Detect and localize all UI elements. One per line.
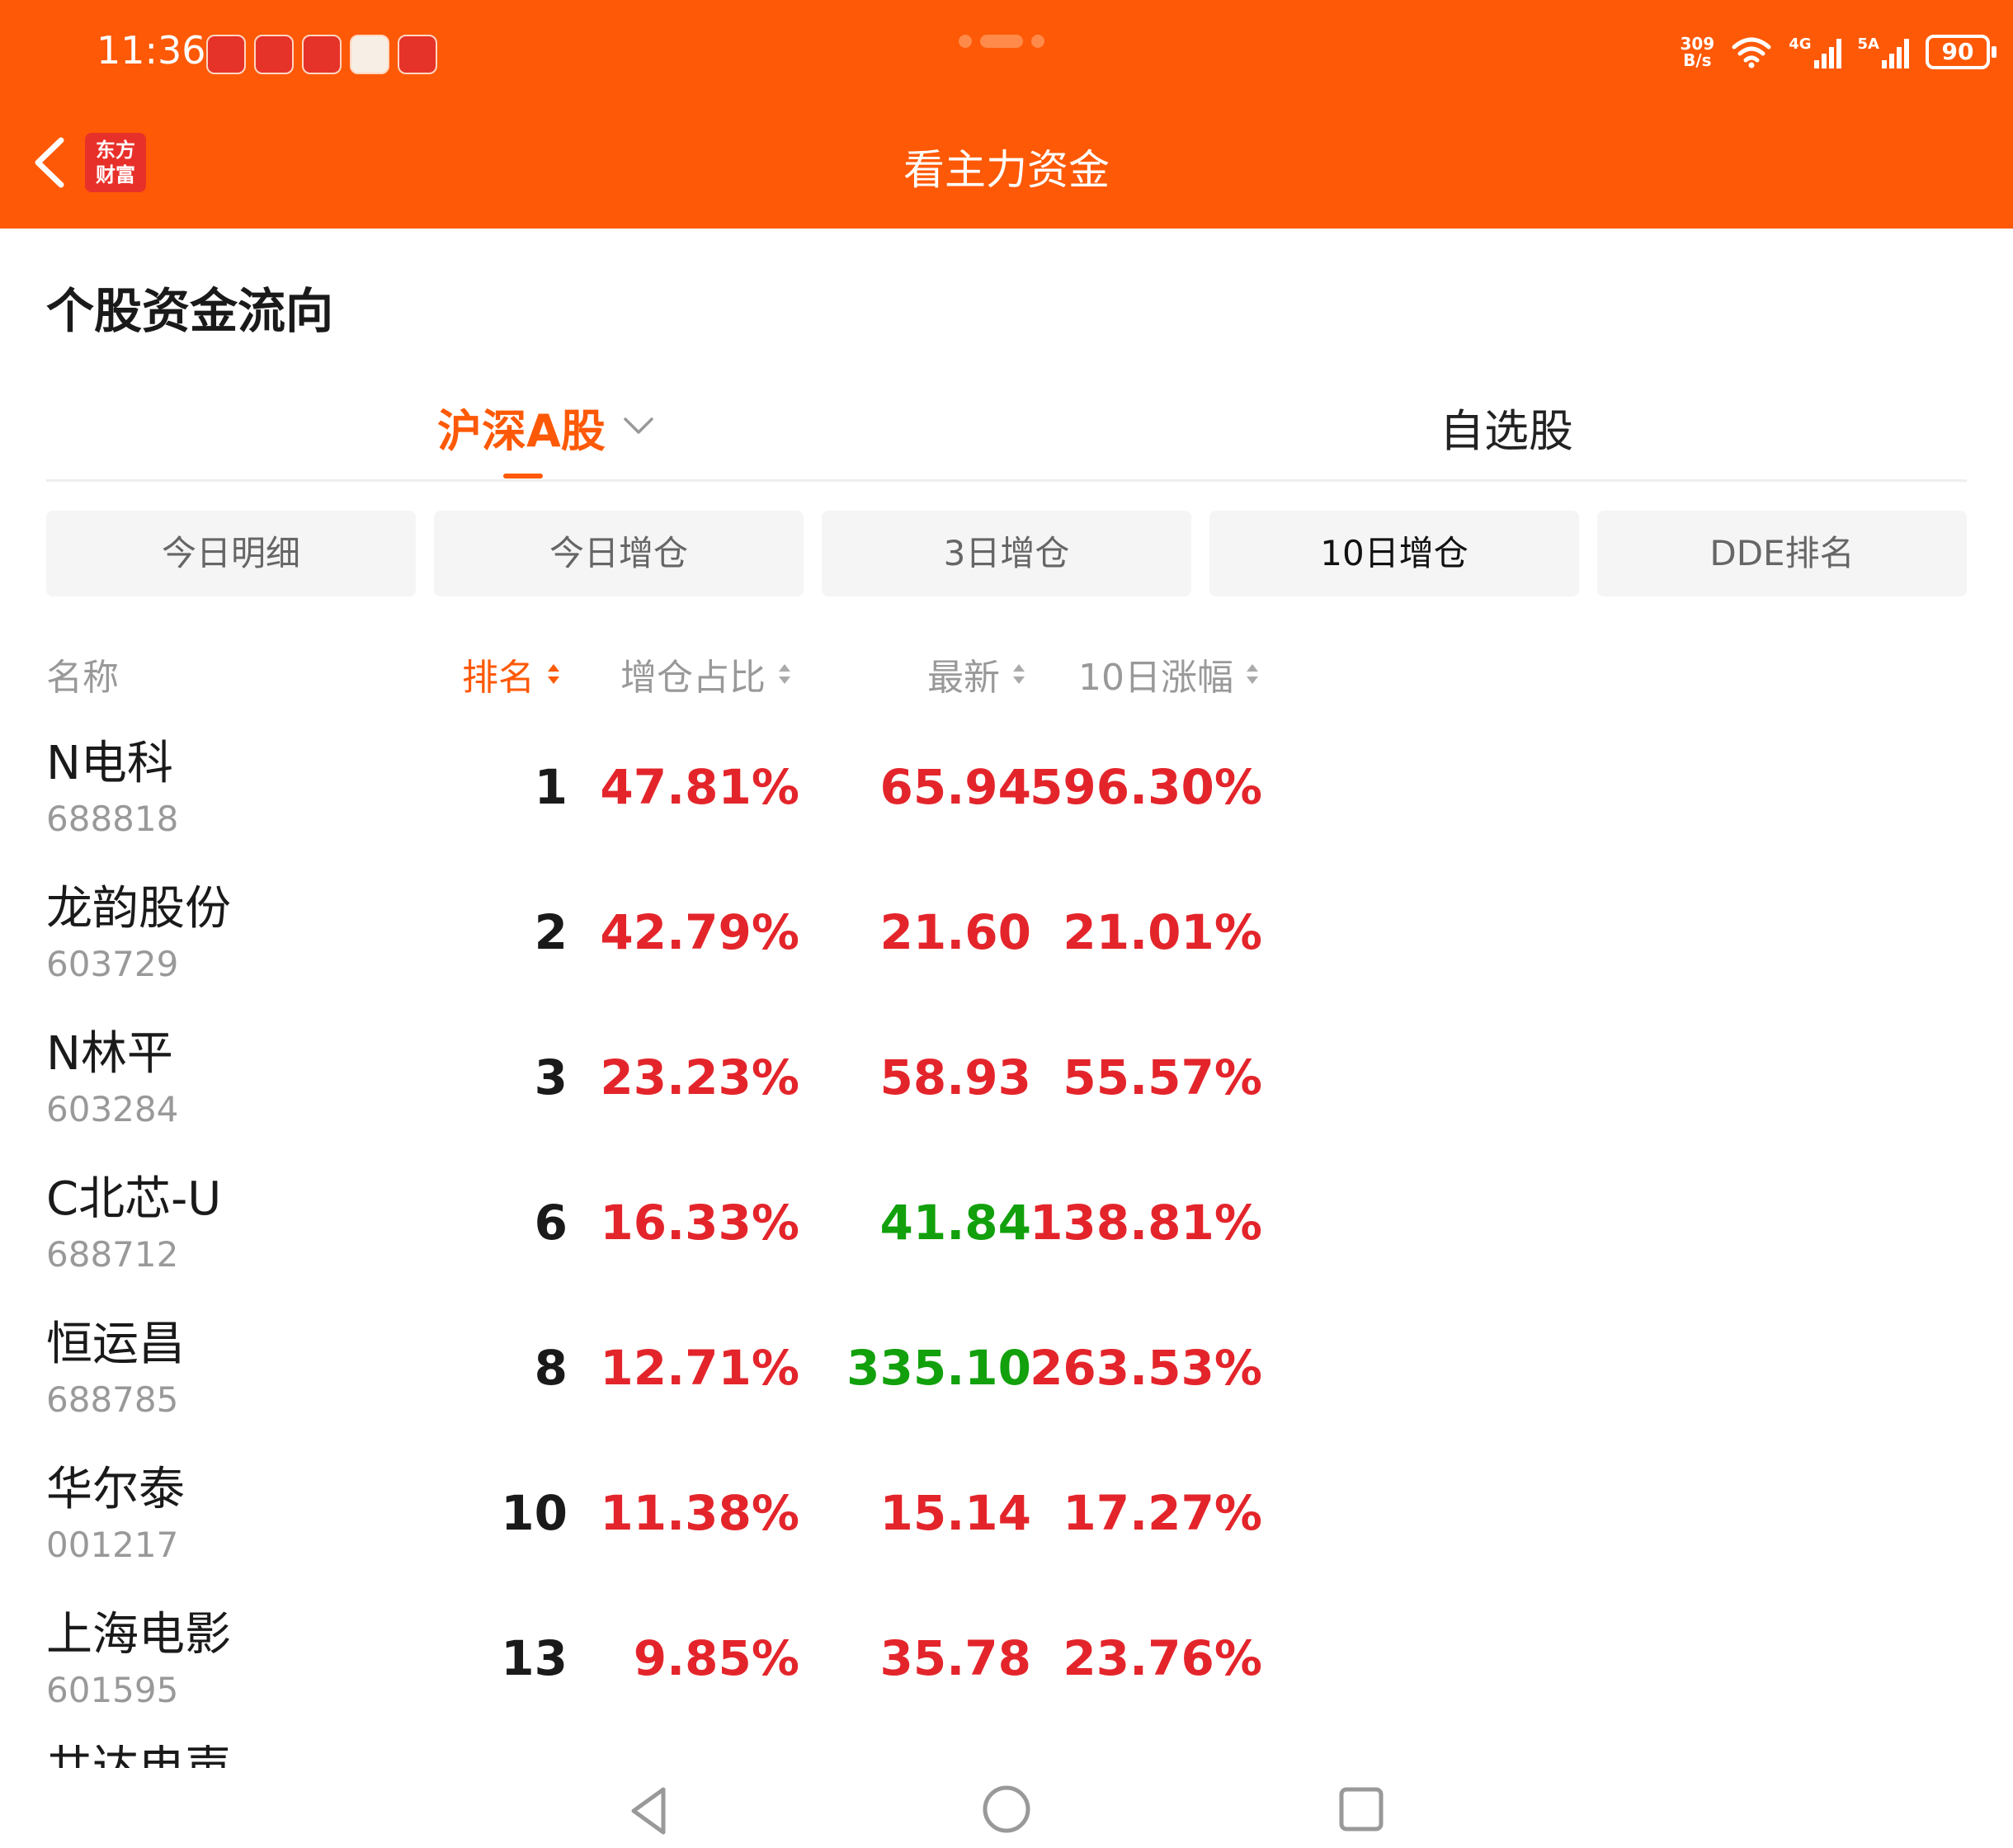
table-row[interactable]: N林平 603284 3 23.23% 58.93 55.57%: [0, 1016, 2013, 1162]
nav-back-icon[interactable]: [625, 1784, 672, 1837]
stock-price: 58.93: [879, 1049, 1031, 1106]
battery-indicator: 90: [1926, 35, 1996, 69]
system-navigation-bar: [0, 1770, 2013, 1848]
top-bar: 11:36 309 B/s 4G 5A 90 东方 财富 看主力资金: [0, 0, 2013, 229]
stock-ratio: 11.38%: [600, 1485, 799, 1541]
filter-10day-increase[interactable]: 10日增仓: [1209, 511, 1579, 596]
column-header-rank[interactable]: 排名: [462, 648, 561, 700]
stock-rank: 8: [534, 1340, 568, 1396]
nav-recents-icon[interactable]: [1338, 1786, 1384, 1832]
stock-code: 688785: [46, 1379, 179, 1420]
stock-price: 21.60: [879, 904, 1031, 960]
finance-app-icon: [302, 35, 342, 74]
stock-ratio: 47.81%: [600, 759, 799, 815]
stock-change: 55.57%: [1063, 1049, 1262, 1106]
signal-4g-icon: 4G: [1789, 35, 1841, 68]
stock-code: 688712: [46, 1234, 179, 1275]
stock-app-icon: [206, 35, 246, 74]
stock-change: 138.81%: [1030, 1195, 1262, 1251]
stock-name: N电科: [46, 737, 173, 790]
table-row[interactable]: C北芯-U 688712 6 16.33% 41.84 138.81%: [0, 1162, 2013, 1307]
stock-code: 001217: [46, 1525, 179, 1565]
stock-rank: 6: [534, 1195, 568, 1251]
stock-rank: 3: [534, 1049, 568, 1106]
net-speed: 309 B/s: [1680, 34, 1715, 70]
nav-home-icon[interactable]: [982, 1784, 1031, 1834]
stock-code: 688818: [46, 799, 179, 839]
chevron-down-icon[interactable]: [622, 412, 655, 437]
table-row[interactable]: 恒运昌 688785 8 12.71% 335.10 263.53%: [0, 1307, 2013, 1452]
stock-ratio: 9.85%: [633, 1630, 799, 1686]
status-right: 309 B/s 4G 5A 90: [1680, 31, 1996, 73]
lightning-app-icon: [398, 35, 437, 74]
partial-stock-name[interactable]: 共达电声: [46, 1745, 231, 1768]
stock-name: C北芯-U: [46, 1172, 222, 1226]
wifi-icon: [1732, 37, 1771, 68]
stock-change: 263.53%: [1030, 1340, 1262, 1396]
stock-ratio: 12.71%: [600, 1340, 799, 1396]
sort-icon: [1247, 664, 1258, 684]
stock-price: 41.84: [879, 1195, 1031, 1251]
stock-ratio: 16.33%: [600, 1195, 799, 1251]
filter-dde-rank[interactable]: DDE排名: [1597, 511, 1967, 596]
column-header-ratio[interactable]: 增仓占比: [620, 648, 792, 700]
sort-icon: [548, 664, 559, 684]
status-time: 11:36: [97, 28, 206, 73]
stock-name: N林平: [46, 1027, 173, 1081]
stock-change: 596.30%: [1030, 759, 1262, 815]
stock-ratio: 42.79%: [600, 904, 799, 960]
stock-code: 601595: [46, 1670, 179, 1710]
stock-price: 15.14: [879, 1485, 1031, 1541]
stock-rank: 1: [534, 759, 568, 815]
stock-rank: 10: [501, 1485, 568, 1541]
stock-name: 龙韵股份: [46, 882, 231, 936]
sort-icon: [1013, 664, 1025, 684]
stock-price: 65.94: [879, 759, 1031, 815]
notification-icons: [206, 35, 437, 74]
signal-5a-icon: 5A: [1858, 35, 1909, 68]
stock-rank: 13: [501, 1630, 568, 1686]
filter-3day-increase[interactable]: 3日增仓: [822, 511, 1191, 596]
stock-code: 603729: [46, 944, 179, 984]
table-row[interactable]: 华尔泰 001217 10 11.38% 15.14 17.27%: [0, 1452, 2013, 1597]
tab-divider: [46, 479, 1967, 482]
tab-shanghai-shenzhen-a[interactable]: 沪深A股: [437, 394, 606, 460]
table-row[interactable]: 上海电影 601595 13 9.85% 35.78 23.76%: [0, 1597, 2013, 1742]
stock-ratio: 23.23%: [600, 1049, 799, 1106]
news-app-icon: [254, 35, 294, 74]
stock-code: 603284: [46, 1089, 179, 1129]
filter-today-increase[interactable]: 今日增仓: [434, 511, 804, 596]
stock-name: 华尔泰: [46, 1463, 185, 1516]
stock-rank: 2: [534, 904, 568, 960]
stock-change: 23.76%: [1063, 1630, 1262, 1686]
cartoon-app-icon: [350, 35, 389, 74]
column-header-price[interactable]: 最新: [927, 648, 1026, 700]
period-filters: 今日明细 今日增仓 3日增仓 10日增仓 DDE排名: [46, 511, 1967, 596]
table-row[interactable]: 龙韵股份 603729 2 42.79% 21.60 21.01%: [0, 871, 2013, 1016]
filter-today-detail[interactable]: 今日明细: [46, 511, 416, 596]
table-row[interactable]: N电科 688818 1 47.81% 65.94 596.30%: [0, 726, 2013, 871]
section-title: 个股资金流向: [46, 283, 334, 339]
stock-price: 335.10: [846, 1340, 1031, 1396]
active-tab-indicator: [503, 474, 543, 478]
tab-watchlist[interactable]: 自选股: [1440, 394, 1573, 460]
stock-price: 35.78: [879, 1630, 1031, 1686]
column-header-name: 名称: [46, 657, 119, 699]
stock-name: 恒运昌: [46, 1318, 185, 1371]
stock-change: 17.27%: [1063, 1485, 1262, 1541]
sort-icon: [779, 664, 790, 684]
stock-name: 上海电影: [46, 1608, 231, 1662]
column-header-10day-change[interactable]: 10日涨幅: [1078, 648, 1260, 700]
page-title: 看主力资金: [903, 146, 1110, 194]
multitask-handle[interactable]: [959, 35, 1044, 48]
stock-change: 21.01%: [1063, 904, 1262, 960]
